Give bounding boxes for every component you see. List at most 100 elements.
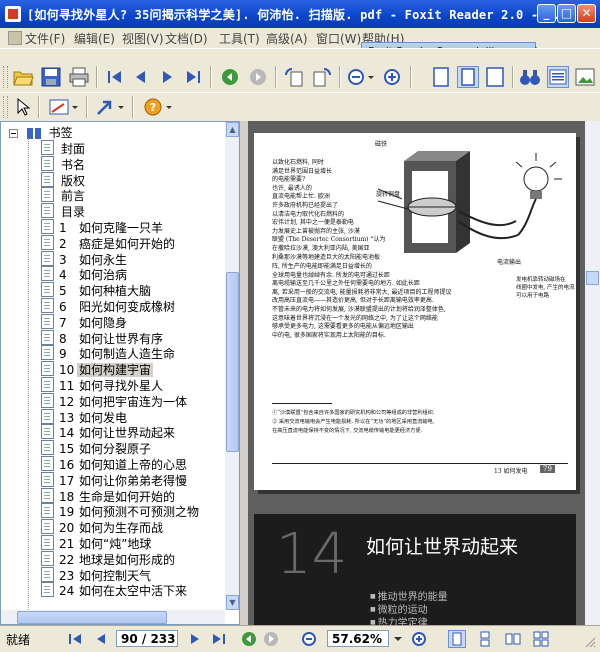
zoom-out-icon[interactable] <box>346 66 368 88</box>
previous-page-icon[interactable] <box>130 66 152 88</box>
bookmark-item[interactable]: 4 如何治病 <box>41 266 129 282</box>
zoom-in-icon[interactable] <box>382 66 404 88</box>
menu-view[interactable]: 视图(V) <box>122 30 164 47</box>
continuous-page-icon[interactable] <box>476 630 494 648</box>
bookmark-item[interactable]: 13 如何发电 <box>41 408 129 425</box>
next-page-icon[interactable] <box>156 66 178 88</box>
bookmark-item[interactable]: 1 如何克隆一只羊 <box>41 219 165 235</box>
bookmark-item[interactable]: 书名 <box>41 155 87 172</box>
resize-grip-icon[interactable] <box>584 636 596 648</box>
document-view[interactable]: 以致化石燃料, 同时 满足世界范围日益增长 的电能需要? 也许, 最诱人的 直流电能帮上… <box>248 121 600 625</box>
bookmark-item[interactable]: 19 如何预测不可预测之物 <box>41 503 201 519</box>
first-page-icon[interactable] <box>104 66 126 88</box>
scroll-up-arrow[interactable]: ▲ <box>226 122 239 137</box>
bookmarks-vertical-scrollbar[interactable]: ▲ ▼ <box>225 122 239 610</box>
go-back-icon[interactable] <box>219 66 241 88</box>
first-page-icon[interactable] <box>66 630 84 648</box>
bookmark-item[interactable]: 2 癌症是如何开始的 <box>41 234 177 251</box>
page-number-field[interactable]: 90 / 233 <box>116 630 178 647</box>
snapshot-tool-icon[interactable] <box>48 96 70 118</box>
bookmarks-root[interactable]: 书签 <box>9 124 73 140</box>
menu-edit[interactable]: 编辑(E) <box>74 30 115 47</box>
zoom-out-icon[interactable] <box>300 630 318 648</box>
bookmark-item[interactable]: 10 如何构建宇宙 <box>41 361 154 378</box>
chevron-down-icon[interactable] <box>366 66 376 88</box>
open-folder-icon[interactable] <box>12 66 34 88</box>
bookmark-item[interactable]: 15 如何分裂原子 <box>41 440 153 456</box>
find-binoculars-icon[interactable] <box>519 66 541 88</box>
bookmark-item[interactable]: 22 地球是如何形成的 <box>41 550 177 567</box>
bookmarks-horizontal-scrollbar[interactable] <box>1 610 225 624</box>
next-page-icon[interactable] <box>186 630 204 648</box>
link-arrow-icon[interactable] <box>94 96 116 118</box>
scroll-thumb[interactable] <box>17 611 167 624</box>
rotate-right-icon[interactable] <box>311 66 333 88</box>
toolbar-grip[interactable] <box>3 66 8 88</box>
menu-advanced[interactable]: 高级(A) <box>266 30 308 47</box>
fit-page-icon[interactable] <box>457 66 479 88</box>
bookmark-item[interactable]: 前言 <box>41 187 87 203</box>
go-forward-icon[interactable] <box>247 66 269 88</box>
bookmark-item[interactable]: 14 如何让世界动起来 <box>41 424 177 440</box>
bookmark-panel-icon[interactable] <box>547 66 569 88</box>
save-icon[interactable] <box>40 66 62 88</box>
select-arrow-icon[interactable] <box>12 96 34 118</box>
bookmark-item[interactable]: 8 如何让世界有序 <box>41 329 165 346</box>
last-page-icon[interactable] <box>182 66 204 88</box>
bookmark-number: 2 <box>59 236 67 251</box>
zoom-in-icon[interactable] <box>410 630 428 648</box>
scroll-thumb[interactable] <box>226 272 239 452</box>
menu-document[interactable]: 文档(D) <box>165 30 208 47</box>
bookmark-item[interactable]: 6 阳光如何变成橡树 <box>41 298 177 314</box>
chevron-down-icon[interactable] <box>392 630 404 648</box>
menu-tools[interactable]: 工具(T) <box>219 30 260 47</box>
actual-size-icon[interactable] <box>430 66 452 88</box>
collapse-icon[interactable] <box>9 129 18 138</box>
help-icon[interactable]: ? <box>142 96 164 118</box>
bookmark-item[interactable]: 7 如何隐身 <box>41 313 129 330</box>
bookmark-item[interactable]: 20 如何为生存而战 <box>41 519 165 535</box>
bookmark-item[interactable]: 版权 <box>41 171 87 188</box>
rotate-left-icon[interactable] <box>283 66 305 88</box>
bookmark-item[interactable]: 封面 <box>41 140 87 156</box>
bookmark-item[interactable]: 17 如何让你弟弟老得慢 <box>41 471 189 488</box>
bookmark-item[interactable]: 3 如何永生 <box>41 250 129 267</box>
bookmark-label: 如何治病 <box>79 268 128 283</box>
bookmark-item[interactable]: 18 生命是如何开始的 <box>41 487 177 504</box>
bookmark-item[interactable]: 11 如何寻找外星人 <box>41 377 165 393</box>
facing-pages-icon[interactable] <box>504 630 522 648</box>
scroll-thumb[interactable] <box>586 271 599 285</box>
bookmark-item[interactable]: 24 如何在太空中活下来 <box>41 582 189 598</box>
foxit-app-icon[interactable] <box>5 6 21 22</box>
scroll-down-arrow[interactable]: ▼ <box>226 595 239 610</box>
panel-splitter[interactable] <box>240 121 248 625</box>
bookmark-item[interactable]: 9 如何制造人造生命 <box>41 345 177 361</box>
chevron-down-icon[interactable] <box>116 96 126 118</box>
bookmark-item[interactable]: 5 如何种植大脑 <box>41 282 153 298</box>
previous-page-icon[interactable] <box>92 630 110 648</box>
bookmark-item[interactable]: 16 如何知道上帝的心思 <box>41 456 189 472</box>
bookmark-item[interactable]: 12 如何把宇宙连为一体 <box>41 392 189 409</box>
document-vertical-scrollbar[interactable] <box>585 121 600 625</box>
close-button[interactable]: ✕ <box>577 4 596 23</box>
toolbar-grip[interactable] <box>3 96 8 118</box>
toolbar-separator <box>512 66 514 88</box>
menu-file[interactable]: 文件(F) <box>8 30 65 47</box>
go-back-icon[interactable] <box>240 630 258 648</box>
minimize-button[interactable]: _ <box>537 4 556 23</box>
bookmark-item[interactable]: 目录 <box>41 203 87 219</box>
menu-window[interactable]: 窗口(W) <box>316 30 361 47</box>
chevron-down-icon[interactable] <box>70 96 80 118</box>
zoom-field[interactable]: 57.62% <box>327 630 389 647</box>
bookmark-item[interactable]: 23 如何控制天气 <box>41 566 153 583</box>
print-icon[interactable] <box>68 66 90 88</box>
bookmark-item[interactable]: 21 如何“炖”地球 <box>41 535 153 551</box>
go-forward-icon[interactable] <box>262 630 280 648</box>
last-page-icon[interactable] <box>210 630 228 648</box>
single-page-icon[interactable] <box>448 630 466 648</box>
fit-width-icon[interactable] <box>484 66 506 88</box>
image-viewer-icon[interactable] <box>574 66 596 88</box>
continuous-facing-icon[interactable] <box>532 630 550 648</box>
maximize-button[interactable]: □ <box>557 4 576 23</box>
chevron-down-icon[interactable] <box>164 96 174 118</box>
